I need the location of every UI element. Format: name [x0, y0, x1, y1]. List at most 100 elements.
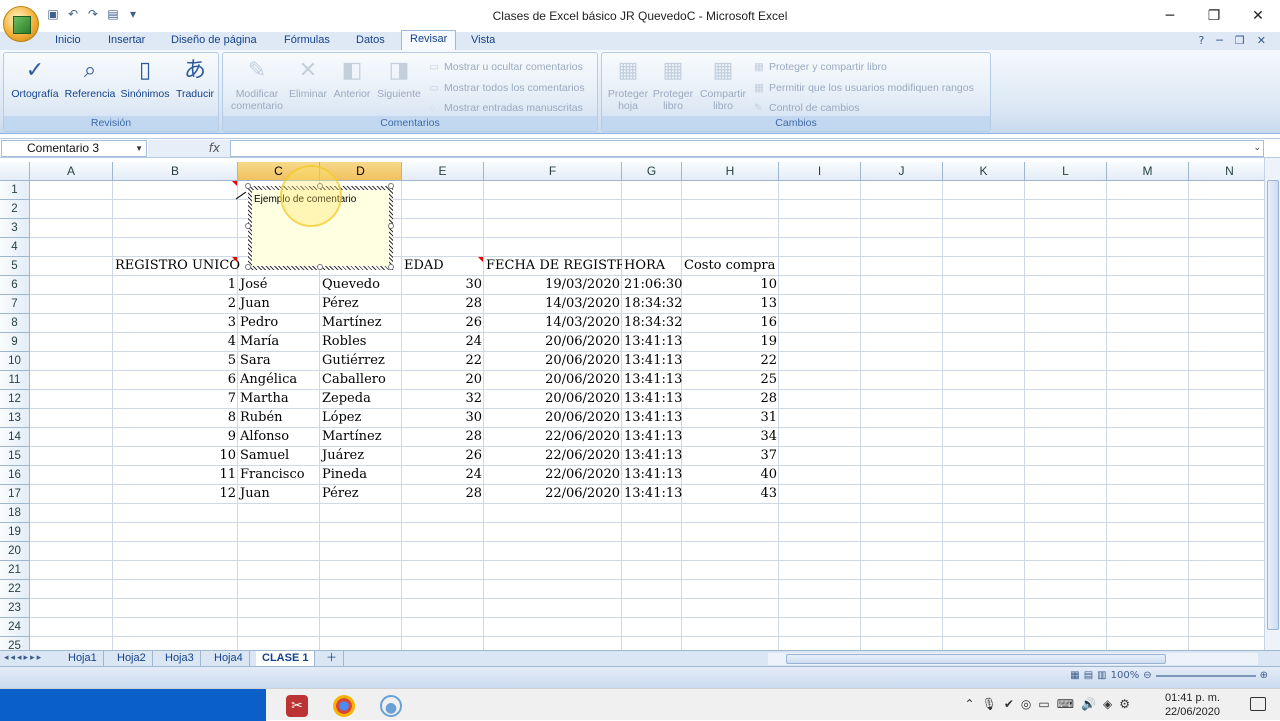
cell[interactable]: 13:41:13	[622, 352, 682, 370]
cell[interactable]: 13:41:13	[622, 466, 682, 484]
cell[interactable]: 13:41:13	[622, 390, 682, 408]
cell[interactable]: Zepeda	[320, 390, 402, 408]
cell[interactable]: 22	[402, 352, 484, 370]
ortografia-button[interactable]: ✓ Ortografía	[8, 55, 62, 100]
cell[interactable]: 1	[113, 276, 238, 294]
cell[interactable]: 13:41:13	[622, 409, 682, 427]
cell[interactable]: Martha	[238, 390, 320, 408]
select-all-corner[interactable]	[0, 162, 30, 181]
cell[interactable]: 24	[402, 466, 484, 484]
sheet-tab-hoja3[interactable]: Hoja3	[159, 651, 201, 667]
minimize-button[interactable]: ─	[1148, 0, 1192, 32]
show-ink-button[interactable]: ◌ Mostrar entradas manuscritas	[429, 102, 583, 114]
tab-formulas[interactable]: Fórmulas	[284, 32, 330, 50]
toggle-comment-button[interactable]: ▭ Mostrar u ocultar comentarios	[429, 61, 583, 73]
zoom-out-icon[interactable]: ⊖	[1143, 670, 1151, 681]
cell[interactable]: 22/06/2020	[484, 447, 622, 465]
horizontal-scrollbar[interactable]	[768, 653, 1258, 665]
row-header[interactable]: 20	[0, 542, 30, 561]
cell[interactable]: Pineda	[320, 466, 402, 484]
cell[interactable]: 22	[682, 352, 779, 370]
proteger-hoja-button[interactable]: ▦ Proteger hoja	[606, 55, 650, 112]
cell[interactable]: López	[320, 409, 402, 427]
cell[interactable]: 9	[113, 428, 238, 446]
cell[interactable]: FECHA DE REGISTRO	[484, 257, 622, 275]
cell[interactable]: 22/06/2020	[484, 428, 622, 446]
tab-revisar[interactable]: Revisar	[401, 30, 457, 50]
clock[interactable]: 01:41 p. m. 22/06/2020	[1165, 689, 1220, 719]
row-header[interactable]: 19	[0, 523, 30, 542]
cell[interactable]: 19/03/2020	[484, 276, 622, 294]
row-header[interactable]: 5	[0, 257, 30, 276]
minimize-doc-icon[interactable]: ─	[1216, 32, 1223, 49]
cell[interactable]: Pérez	[320, 485, 402, 503]
cell[interactable]: 21:06:30	[622, 276, 682, 294]
worksheet-grid[interactable]: A B C D E F G H I J K L M N 1 2 3 4 5 6 7 8 9 10 11 12 13 14 15 16 17 1…	[0, 162, 1264, 650]
allow-ranges-button[interactable]: ▦ Permitir que los usuarios modifiquen ra…	[754, 82, 974, 94]
cell[interactable]: 13:41:13	[622, 447, 682, 465]
cell[interactable]: Costo compra	[682, 257, 799, 275]
sheet-tab-clase1[interactable]: CLASE 1	[256, 651, 316, 667]
sheet-tab-hoja1[interactable]: Hoja1	[62, 651, 104, 667]
column-header-n[interactable]: N	[1189, 162, 1264, 181]
cell[interactable]: Juárez	[320, 447, 402, 465]
chevron-down-icon[interactable]: ▼	[135, 141, 143, 156]
eliminar-button[interactable]: ✕ Eliminar	[285, 55, 331, 100]
row-header[interactable]: 8	[0, 314, 30, 333]
recorder-icon[interactable]: ●	[380, 695, 402, 717]
cell[interactable]: HORA	[622, 257, 682, 275]
expand-formula-icon[interactable]: ⌄	[1253, 143, 1261, 153]
cell[interactable]: 19	[682, 333, 779, 351]
app-icon[interactable]: ✂	[286, 695, 308, 717]
row-header[interactable]: 3	[0, 219, 30, 238]
siguiente-button[interactable]: ◨ Siguiente	[373, 55, 425, 100]
cell[interactable]: 32	[402, 390, 484, 408]
zoom-level[interactable]: 100%	[1111, 670, 1140, 681]
tab-inicio[interactable]: Inicio	[55, 32, 81, 50]
cell[interactable]: Pedro	[238, 314, 320, 332]
page-break-icon[interactable]: ▥	[1097, 670, 1106, 681]
battery-icon[interactable]: ▭	[1038, 697, 1049, 711]
cell[interactable]: 26	[402, 447, 484, 465]
row-header[interactable]: 4	[0, 238, 30, 257]
cell[interactable]: 18:34:32	[622, 314, 682, 332]
cell[interactable]: 13	[682, 295, 779, 313]
cell[interactable]: 26	[402, 314, 484, 332]
formula-input[interactable]: ⌄	[230, 140, 1264, 157]
resize-handle[interactable]	[245, 223, 251, 229]
zoom-in-icon[interactable]: ⊕	[1260, 670, 1268, 681]
tab-insertar[interactable]: Insertar	[108, 32, 145, 50]
settings-icon[interactable]: ⚙	[1119, 697, 1130, 711]
cell[interactable]: 13:41:13	[622, 485, 682, 503]
column-header-b[interactable]: B	[113, 162, 238, 181]
cell[interactable]: Robles	[320, 333, 402, 351]
tab-vista[interactable]: Vista	[471, 32, 495, 50]
resize-handle[interactable]	[388, 223, 394, 229]
row-header[interactable]: 13	[0, 409, 30, 428]
row-header[interactable]: 17	[0, 485, 30, 504]
tab-datos[interactable]: Datos	[356, 32, 385, 50]
cell[interactable]: Juan	[238, 485, 320, 503]
sheet-nav-buttons[interactable]: ◂◂◂▸▸▸	[4, 651, 43, 666]
cell[interactable]: 30	[402, 409, 484, 427]
resize-handle[interactable]	[245, 183, 251, 189]
cell[interactable]: 24	[402, 333, 484, 351]
cell[interactable]: 34	[682, 428, 779, 446]
protect-share-button[interactable]: ▦ Proteger y compartir libro	[754, 61, 887, 73]
row-header[interactable]: 21	[0, 561, 30, 580]
cell[interactable]: 14/03/2020	[484, 295, 622, 313]
column-header-h[interactable]: H	[682, 162, 779, 181]
cell[interactable]: 13:41:13	[622, 371, 682, 389]
column-header-i[interactable]: I	[779, 162, 861, 181]
row-header[interactable]: 18	[0, 504, 30, 523]
name-box[interactable]: Comentario 3 ▼	[1, 140, 147, 157]
cell[interactable]: 25	[682, 371, 779, 389]
cell[interactable]: 2	[113, 295, 238, 313]
cell[interactable]: 8	[113, 409, 238, 427]
restore-doc-icon[interactable]: ❐	[1235, 32, 1245, 49]
cell[interactable]: Quevedo	[320, 276, 402, 294]
proteger-libro-button[interactable]: ▦ Proteger libro	[650, 55, 696, 112]
row-header[interactable]: 10	[0, 352, 30, 371]
tab-diseno[interactable]: Diseño de página	[171, 32, 257, 50]
cell[interactable]: 20/06/2020	[484, 333, 622, 351]
